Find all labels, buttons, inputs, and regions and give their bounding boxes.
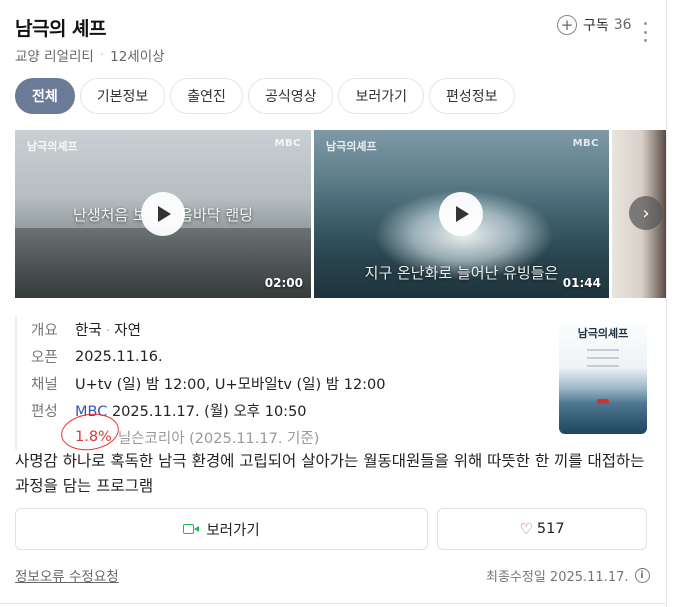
last-updated: 최종수정일 2025.11.17. i: [486, 566, 650, 585]
schedule-time: 2025.11.17. (월) 오후 10:50: [111, 404, 307, 420]
info-label: 오픈: [31, 350, 58, 366]
info-list: 개요 한국 · 자연 오픈 2025.11.16. 채널 U+tv (일) 밤 12…: [15, 316, 535, 450]
info-value: 한국 · 자연: [75, 319, 141, 340]
program-poster[interactable]: 남극의셰프: [559, 313, 647, 434]
tab-bar: 전체 기본정보 출연진 공식영상 보러가기 편성정보: [15, 78, 520, 114]
play-icon[interactable]: [439, 192, 483, 236]
rating-row: 1.8% 닐슨코리아 (2025.11.17. 기준): [31, 424, 535, 450]
info-icon[interactable]: i: [634, 568, 650, 583]
tab-schedule[interactable]: 편성정보: [429, 78, 515, 114]
subscribe-count: 36: [613, 17, 632, 33]
poster-title: 남극의셰프: [577, 327, 629, 340]
video-thumbnail[interactable]: 남극의셰프 MBC 난생처음 보는 얼음바닥 랜딩 02:00: [15, 130, 311, 298]
video-camera-icon: [183, 523, 200, 535]
plus-icon: +: [557, 15, 577, 35]
report-error-link[interactable]: 정보오류 수정요청: [15, 565, 119, 585]
genre-detail-text: 자연: [114, 323, 141, 339]
tv-program-card: 남극의 셰프 교양 리얼리티 · 12세이상 + 구독 36 전체 기본정보 출…: [0, 0, 666, 607]
more-options-icon[interactable]: [639, 22, 651, 42]
program-title[interactable]: 남극의 셰프: [15, 14, 107, 41]
video-duration: 02:00: [264, 276, 303, 290]
rating-value: 1.8%: [75, 429, 112, 445]
age-rating-text: 12세이상: [110, 49, 165, 65]
info-value: U+tv (일) 밤 12:00, U+모바일tv (일) 밤 12:00: [75, 377, 386, 393]
card-border: [666, 0, 667, 607]
card-border: [0, 603, 666, 604]
heart-icon: ♡: [519, 520, 533, 538]
program-description: 사명감 하나로 혹독한 남극 환경에 고립되어 살아가는 월동대원들을 위해 따…: [15, 452, 645, 495]
info-value: MBC 2025.11.17. (월) 오후 10:50: [75, 400, 307, 421]
tab-all[interactable]: 전체: [15, 78, 75, 114]
separator-dot: ·: [105, 323, 111, 339]
rating-source: 닐슨코리아 (2025.11.17. 기준): [117, 430, 320, 447]
info-label: 채널: [31, 377, 58, 393]
video-duration: 01:44: [562, 276, 601, 290]
channel-logo: 남극의셰프: [27, 140, 78, 153]
info-row-channel: 채널 U+tv (일) 밤 12:00, U+모바일tv (일) 밤 12:00: [31, 370, 535, 397]
info-row-overview: 개요 한국 · 자연: [31, 316, 535, 343]
subscribe-label: 구독: [583, 18, 609, 34]
subscribe-button[interactable]: + 구독 36: [557, 15, 632, 35]
info-row-open: 오픈 2025.11.16.: [31, 343, 535, 370]
poster-text-lines: [587, 349, 619, 373]
tab-basic-info[interactable]: 기본정보: [79, 78, 166, 114]
play-icon[interactable]: [141, 192, 185, 236]
info-label: 개요: [31, 323, 58, 339]
poster-boat: [597, 399, 609, 404]
last-updated-text: 최종수정일 2025.11.17.: [486, 570, 629, 585]
chevron-right-icon[interactable]: ›: [629, 196, 663, 230]
separator-dot: ·: [99, 47, 105, 63]
broadcaster-logo: MBC: [572, 138, 599, 149]
info-value: 2025.11.16.: [75, 348, 163, 365]
channel-link[interactable]: MBC: [75, 404, 107, 420]
watch-button[interactable]: 보러가기: [15, 508, 428, 550]
tab-official-videos[interactable]: 공식영상: [247, 78, 334, 114]
program-meta: 교양 리얼리티 · 12세이상: [15, 45, 165, 65]
info-row-schedule: 편성 MBC 2025.11.17. (월) 오후 10:50: [31, 397, 535, 424]
tab-watch[interactable]: 보러가기: [338, 78, 424, 114]
info-label: 편성: [31, 404, 58, 420]
broadcaster-logo: MBC: [274, 138, 301, 149]
country-text: 한국: [75, 323, 102, 339]
video-carousel: 남극의셰프 MBC 난생처음 보는 얼음바닥 랜딩 02:00 남극의셰프 MB…: [15, 130, 666, 298]
like-button[interactable]: ♡ 517: [437, 508, 647, 550]
channel-logo: 남극의셰프: [326, 140, 377, 153]
watch-label: 보러가기: [206, 522, 260, 539]
like-count: 517: [536, 521, 565, 537]
tab-cast[interactable]: 출연진: [170, 78, 243, 114]
genre-text: 교양 리얼리티: [15, 49, 94, 65]
video-thumbnail[interactable]: 남극의셰프 MBC 지구 온난화로 늘어난 유빙들은 01:44: [314, 130, 609, 298]
